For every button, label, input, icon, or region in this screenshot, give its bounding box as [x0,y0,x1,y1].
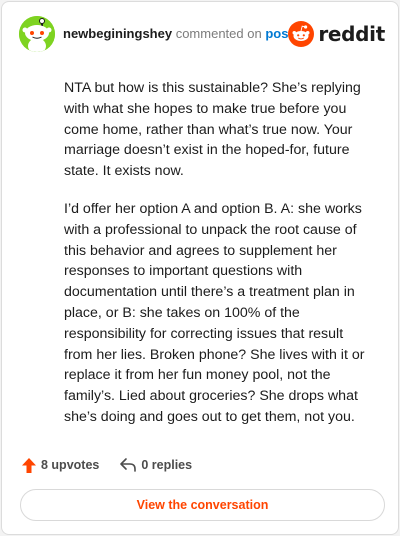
username-link[interactable]: newbeginingshey [63,26,172,41]
comment-paragraph: I’d offer her option A and option B. A: … [64,200,365,425]
comment-header: newbeginingshey commented on post reddit [19,16,385,54]
upvotes-count: 8 upvotes [41,458,100,472]
action-text: commented on [175,26,262,41]
comment-stats: 8 upvotes 0 replies [21,454,192,476]
upvote-arrow-icon [22,457,36,473]
comment-body: NTA but how is this sustainable? She’s r… [64,78,366,428]
view-conversation-button[interactable]: View the conversation [20,489,385,521]
comment-paragraph: NTA but how is this sustainable? She’s r… [64,80,361,180]
comment-card: newbeginingshey commented on post reddit… [1,1,399,535]
snoo-avatar-icon[interactable] [19,16,55,52]
reddit-brand[interactable]: reddit [288,21,385,47]
upvote-button[interactable]: 8 upvotes [21,457,99,474]
replies-count: 0 replies [141,458,193,472]
replies-button[interactable]: 0 replies [119,457,192,473]
comment-attribution: newbeginingshey commented on post [63,26,293,42]
reply-arrow-icon [120,458,137,472]
brand-wordmark: reddit [318,22,385,46]
reddit-logo-icon [288,21,315,47]
